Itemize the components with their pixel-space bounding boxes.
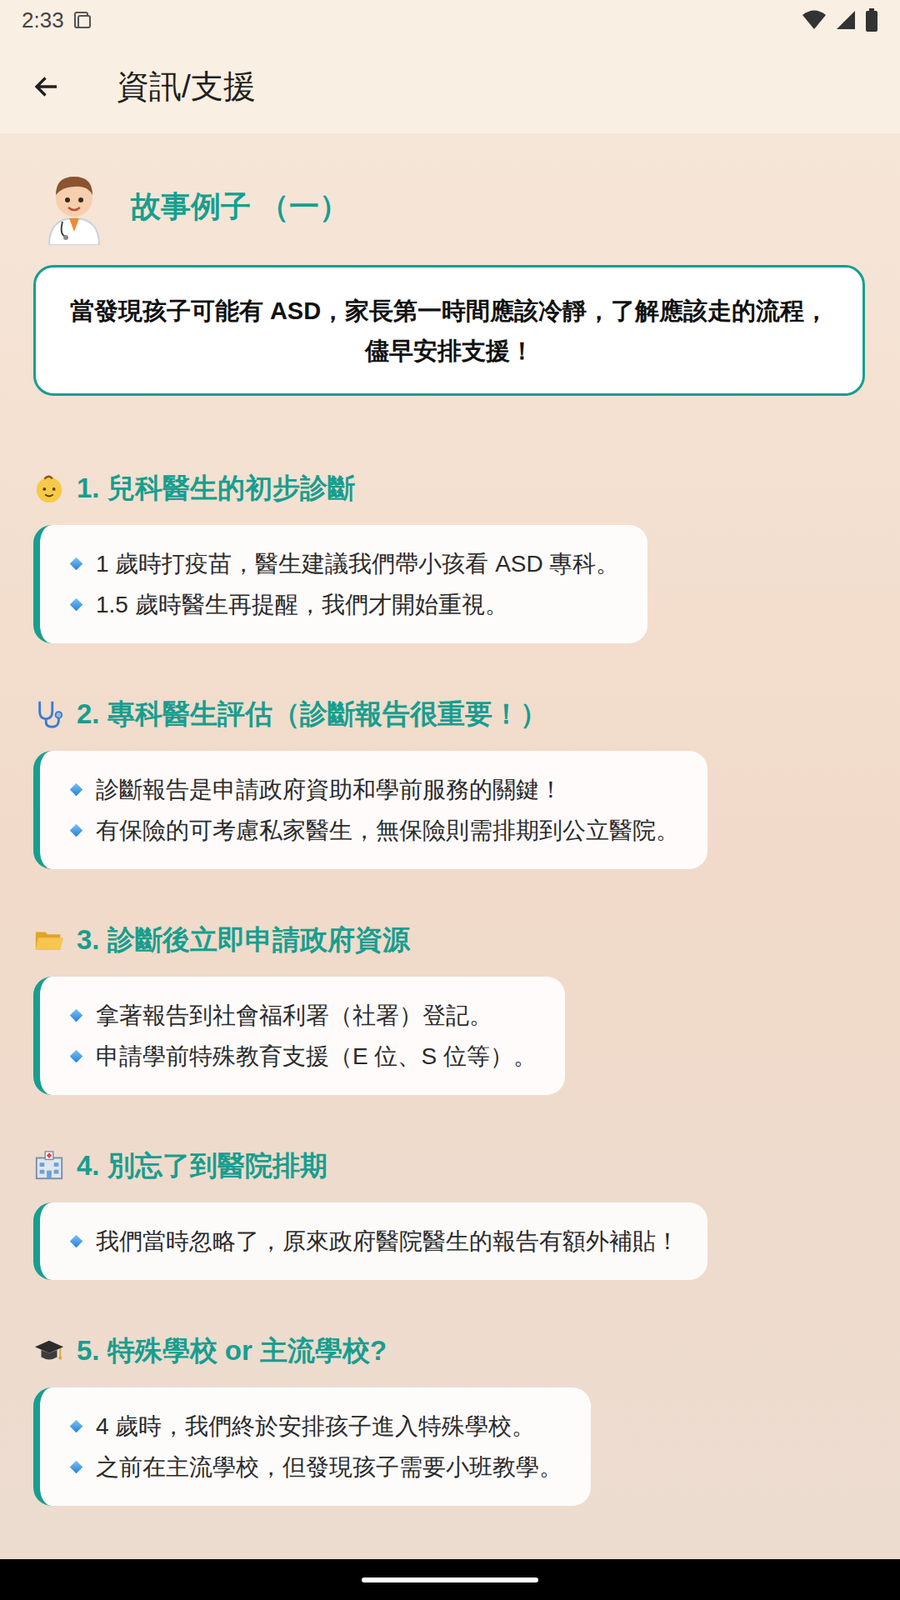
section-title: 2. 專科醫生評估（診斷報告很重要！） — [76, 693, 548, 735]
section-card: 4 歲時，我們終於安排孩子進入特殊學校。之前在主流學校，但發現孩子需要小班教學。 — [33, 1387, 591, 1506]
bullet-text: 拿著報告到社會福利署（社署）登記。 — [95, 995, 493, 1036]
bullet-item: 我們當時忽略了，原來政府醫院醫生的報告有額外補貼！ — [71, 1220, 680, 1262]
section: 2. 專科醫生評估（診斷報告很重要！） 診斷報告是申請政府資助和學前服務的關鍵！有… — [33, 696, 867, 870]
graduation-cap-icon — [33, 1335, 65, 1367]
doctor-icon — [42, 168, 106, 245]
section-card: 1 歲時打疫苗，醫生建議我們帶小孩看 ASD 專科。1.5 歲時醫生再提醒，我們… — [33, 525, 648, 644]
section: 3. 診斷後立即申請政府資源拿著報告到社會福利署（社署）登記。申請學前特殊教育支… — [33, 922, 867, 1095]
baby-icon — [33, 472, 65, 505]
section: 1. 兒科醫生的初步診斷1 歲時打疫苗，醫生建議我們帶小孩看 ASD 專科。1.… — [33, 470, 867, 644]
status-bar: 2:33 — [0, 0, 900, 40]
bullet-text: 1 歲時打疫苗，醫生建議我們帶小孩看 ASD 專科。 — [95, 543, 620, 585]
app-bar-title: 資訊/支援 — [116, 62, 256, 112]
battery-icon — [865, 8, 879, 32]
bullet-item: 1.5 歲時醫生再提醒，我們才開始重視。 — [71, 584, 620, 625]
diamond-bullet-icon — [70, 598, 84, 612]
bullet-item: 1 歲時打疫苗，醫生建議我們帶小孩看 ASD 專科。 — [71, 543, 620, 585]
section-card: 拿著報告到社會福利署（社署）登記。申請學前特殊教育支援（E 位、S 位等）。 — [33, 976, 565, 1095]
back-button[interactable] — [23, 63, 70, 110]
story-title: 故事例子 （一） — [130, 184, 350, 230]
status-time: 2:33 — [21, 4, 65, 37]
section-heading: 1. 兒科醫生的初步診斷 — [33, 470, 867, 506]
stethoscope-icon — [33, 698, 65, 730]
callout-text: 當發現孩子可能有 ASD，家長第一時間應該冷靜，了解應該走的流程，儘早安排支援！ — [65, 290, 833, 371]
bullet-text: 有保險的可考慮私家醫生，無保險則需排期到公立醫院。 — [95, 810, 680, 851]
back-arrow-icon — [31, 71, 62, 102]
diamond-bullet-icon — [70, 783, 84, 797]
bullet-item: 診斷報告是申請政府資助和學前服務的關鍵！ — [71, 769, 680, 810]
bullet-item: 有保險的可考慮私家醫生，無保險則需排期到公立醫院。 — [71, 810, 680, 851]
diamond-bullet-icon — [70, 824, 84, 838]
bullet-text: 之前在主流學校，但發現孩子需要小班教學。 — [95, 1446, 563, 1488]
section: 5. 特殊學校 or 主流學校? 4 歲時，我們終於安排孩子進入特殊學校。之前在主… — [33, 1333, 867, 1506]
signal-icon — [835, 9, 857, 31]
screenshot-icon — [72, 10, 93, 30]
section-title: 4. 別忘了到醫院排期 — [76, 1145, 328, 1187]
diamond-bullet-icon — [70, 1460, 84, 1475]
diamond-bullet-icon — [70, 557, 84, 571]
diamond-bullet-icon — [70, 1050, 84, 1064]
diamond-bullet-icon — [70, 1009, 84, 1023]
bullet-item: 之前在主流學校，但發現孩子需要小班教學。 — [71, 1446, 563, 1488]
bullet-item: 4 歲時，我們終於安排孩子進入特殊學校。 — [71, 1405, 563, 1447]
app-screen: 2:33 資訊/支援故事例子 （一） 當發現孩子可能有 ASD，家長第一時間應該冷靜… — [0, 0, 900, 1600]
section-list: 1. 兒科醫生的初步診斷1 歲時打疫苗，醫生建議我們帶小孩看 ASD 專科。1.… — [33, 470, 867, 1506]
folder-icon — [33, 924, 65, 956]
bullet-text: 1.5 歲時醫生再提醒，我們才開始重視。 — [95, 584, 509, 625]
section-title: 3. 診斷後立即申請政府資源 — [76, 919, 410, 961]
app-bar: 資訊/支援 — [0, 40, 900, 134]
section-heading: 5. 特殊學校 or 主流學校? — [33, 1333, 867, 1369]
section-card: 診斷報告是申請政府資助和學前服務的關鍵！有保險的可考慮私家醫生，無保險則需排期到… — [33, 750, 708, 870]
bullet-text: 申請學前特殊教育支援（E 位、S 位等）。 — [95, 1035, 537, 1077]
wifi-icon — [801, 9, 827, 31]
bullet-text: 我們當時忽略了，原來政府醫院醫生的報告有額外補貼！ — [95, 1220, 680, 1262]
section-heading: 4. 別忘了到醫院排期 — [33, 1148, 867, 1184]
bullet-text: 4 歲時，我們終於安排孩子進入特殊學校。 — [95, 1405, 535, 1447]
section-card: 我們當時忽略了，原來政府醫院醫生的報告有額外補貼！ — [33, 1202, 708, 1280]
diamond-bullet-icon — [70, 1235, 84, 1249]
section-title: 5. 特殊學校 or 主流學校? — [76, 1330, 387, 1372]
diamond-bullet-icon — [70, 1420, 84, 1434]
bullet-item: 申請學前特殊教育支援（E 位、S 位等）。 — [71, 1035, 537, 1077]
section-heading: 2. 專科醫生評估（診斷報告很重要！） — [33, 696, 867, 732]
hospital-icon — [33, 1150, 65, 1182]
bullet-text: 診斷報告是申請政府資助和學前服務的關鍵！ — [95, 769, 563, 810]
bullet-item: 拿著報告到社會福利署（社署）登記。 — [71, 995, 537, 1036]
section-heading: 3. 診斷後立即申請政府資源 — [33, 922, 867, 958]
section-title: 1. 兒科醫生的初步診斷 — [76, 467, 355, 510]
story-header: 故事例子 （一） — [33, 168, 867, 245]
content: 故事例子 （一） 當發現孩子可能有 ASD，家長第一時間應該冷靜，了解應該走的流程… — [0, 133, 900, 1560]
section: 4. 別忘了到醫院排期我們當時忽略了，原來政府醫院醫生的報告有額外補貼！ — [33, 1148, 867, 1280]
home-handle[interactable] — [361, 1577, 539, 1583]
callout-box: 當發現孩子可能有 ASD，家長第一時間應該冷靜，了解應該走的流程，儘早安排支援！ — [33, 265, 865, 396]
navigation-bar — [0, 1559, 900, 1600]
